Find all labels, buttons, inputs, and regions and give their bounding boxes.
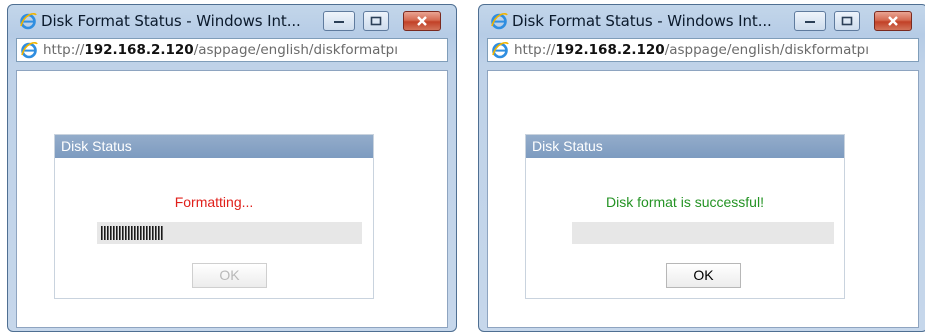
progress-tick: [140, 226, 142, 240]
ok-button[interactable]: OK: [192, 263, 267, 288]
progress-tick: [143, 226, 145, 240]
maximize-button[interactable]: [363, 11, 389, 31]
url-prefix: http://: [514, 42, 556, 58]
url-host: 192.168.2.120: [555, 42, 665, 58]
title-bar[interactable]: Disk Format Status - Windows Int...: [479, 5, 925, 35]
url-text: http://192.168.2.120/asppage/english/dis…: [43, 42, 398, 58]
progress-tick: [134, 226, 136, 240]
progress-tick: [119, 226, 121, 240]
ie-icon: [491, 12, 508, 30]
progress-tick: [104, 226, 106, 240]
panel-title: Disk Status: [526, 135, 844, 158]
url-prefix: http://: [43, 42, 85, 58]
disk-status-panel: Disk Status Formatting... OK: [54, 134, 374, 299]
progress-tick: [128, 226, 130, 240]
status-message: Formatting...: [174, 194, 254, 210]
progress-tick: [149, 226, 151, 240]
maximize-button[interactable]: [834, 11, 860, 31]
progress-tick: [101, 226, 103, 240]
address-bar[interactable]: http://192.168.2.120/asppage/english/dis…: [16, 38, 448, 62]
url-text: http://192.168.2.120/asppage/english/dis…: [514, 42, 869, 58]
ie-icon: [20, 12, 37, 30]
url-path: /asppage/english/diskformatpı: [193, 42, 398, 58]
progress-tick: [161, 226, 163, 240]
maximize-icon: [370, 16, 382, 26]
status-message: Disk format is successful!: [606, 194, 764, 210]
page-content: Disk Status Disk format is successful! O…: [487, 70, 919, 328]
minimize-button[interactable]: [323, 11, 355, 31]
progress-bar: [97, 222, 362, 244]
page-content: Disk Status Formatting... OK: [16, 70, 448, 328]
window-title: Disk Format Status - Windows Int...: [41, 12, 301, 30]
maximize-icon: [841, 16, 853, 26]
progress-tick: [146, 226, 148, 240]
address-bar[interactable]: http://192.168.2.120/asppage/english/dis…: [487, 38, 919, 62]
progress-tick: [113, 226, 115, 240]
progress-tick: [107, 226, 109, 240]
progress-tick: [137, 226, 139, 240]
url-path: /asppage/english/diskformatpı: [664, 42, 869, 58]
close-icon: [417, 16, 427, 26]
close-button[interactable]: [403, 11, 441, 31]
minimize-button[interactable]: [794, 11, 826, 31]
panel-title: Disk Status: [55, 135, 373, 158]
progress-tick: [125, 226, 127, 240]
ie-icon: [492, 41, 509, 59]
progress-tick: [116, 226, 118, 240]
progress-tick: [131, 226, 133, 240]
disk-status-panel: Disk Status Disk format is successful! O…: [525, 134, 845, 299]
progress-tick: [155, 226, 157, 240]
progress-fill: [101, 226, 163, 240]
browser-window-formatting: Disk Format Status - Windows Int... http…: [7, 4, 457, 332]
url-host: 192.168.2.120: [84, 42, 194, 58]
window-title: Disk Format Status - Windows Int...: [512, 12, 772, 30]
close-button[interactable]: [874, 11, 912, 31]
progress-bar: [572, 222, 834, 244]
progress-tick: [110, 226, 112, 240]
minimize-icon: [805, 21, 815, 23]
title-bar[interactable]: Disk Format Status - Windows Int...: [8, 5, 456, 35]
ok-button[interactable]: OK: [666, 263, 741, 288]
progress-tick: [158, 226, 160, 240]
progress-tick: [152, 226, 154, 240]
progress-tick: [122, 226, 124, 240]
minimize-icon: [334, 21, 344, 23]
close-icon: [888, 16, 898, 26]
ie-icon: [21, 41, 38, 59]
browser-window-success: Disk Format Status - Windows Int... http…: [478, 4, 925, 332]
